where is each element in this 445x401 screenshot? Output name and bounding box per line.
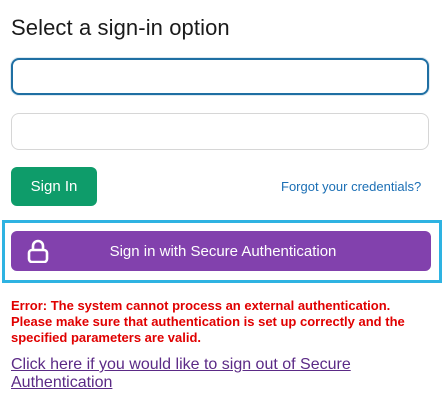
error-message: Error: The system cannot process an exte…: [11, 298, 405, 345]
secure-authentication-label: Sign in with Secure Authentication: [109, 243, 337, 260]
forgot-credentials-link[interactable]: Forgot your credentials?: [281, 179, 421, 194]
sign-in-page: Select a sign-in option Sign In Forgot y…: [0, 0, 445, 401]
page-title: Select a sign-in option: [11, 15, 230, 40]
password-field[interactable]: [11, 113, 429, 150]
sign-out-secure-auth-link[interactable]: Click here if you would like to sign out…: [11, 356, 431, 392]
username-field[interactable]: [11, 58, 429, 95]
sign-in-button[interactable]: Sign In: [11, 167, 97, 206]
secure-authentication-button[interactable]: Sign in with Secure Authentication: [11, 231, 431, 271]
